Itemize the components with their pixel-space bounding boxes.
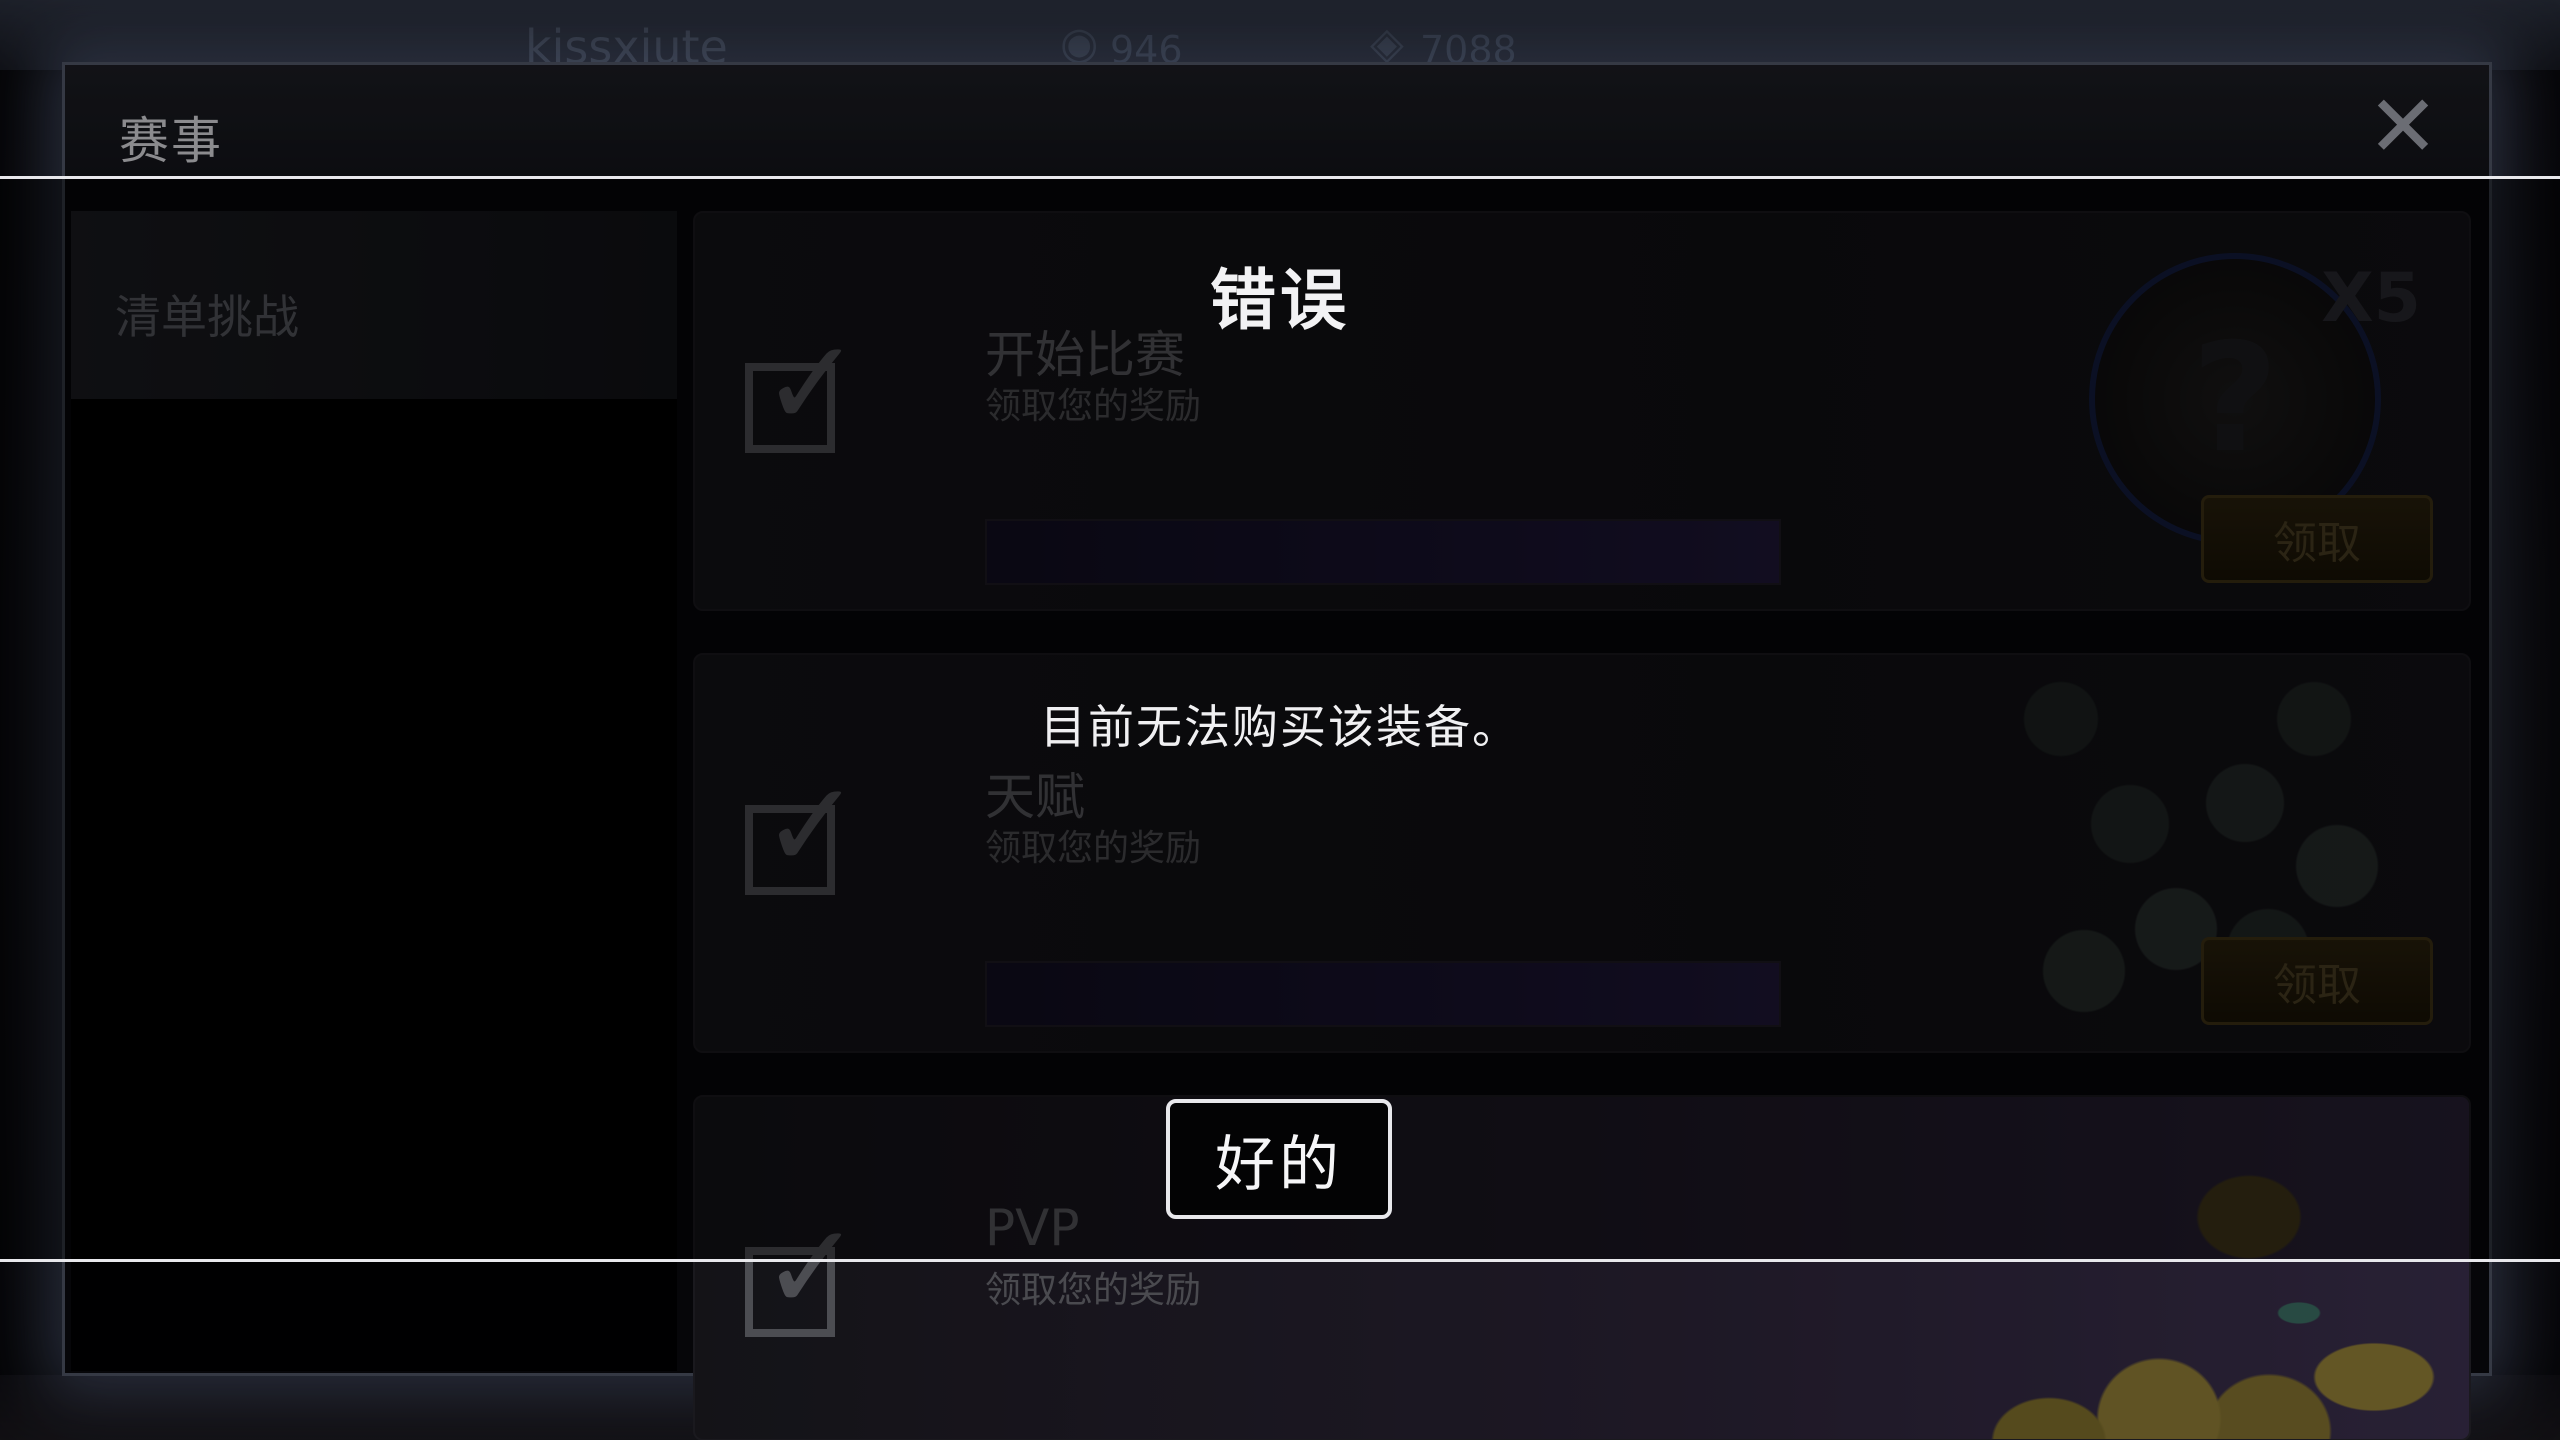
- error-dialog: 错误 目前无法购买该装备。 好的: [0, 176, 2560, 1262]
- game-screen: kissxiute ◉ 946 ◈ 7088 赛事 ✕ 清单挑战 ✓ 开始比赛 …: [0, 0, 2560, 1440]
- dialog-message: 目前无法购买该装备。: [1040, 700, 1520, 754]
- ok-button[interactable]: 好的: [1166, 1099, 1392, 1219]
- dialog-title: 错误: [1210, 262, 1350, 339]
